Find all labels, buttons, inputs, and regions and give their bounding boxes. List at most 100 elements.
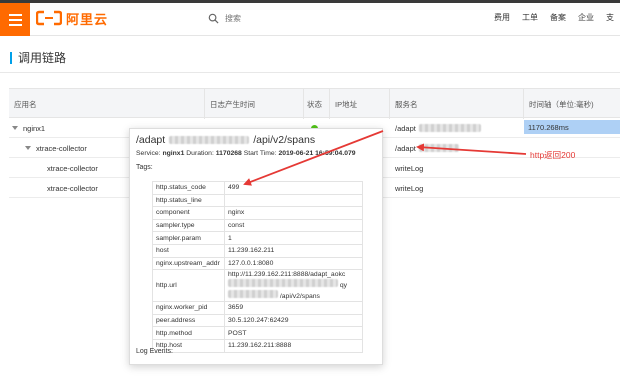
search-icon <box>208 13 219 24</box>
span-title-suffix: /api/v2/spans <box>253 134 316 146</box>
service-name: writeLog <box>395 183 424 193</box>
annotation-label: http返回200 <box>530 150 576 160</box>
tag-row: http.host 11.239.162.211:8888 <box>152 338 363 353</box>
tag-row: http.status_code 499 <box>152 181 363 195</box>
column-header-timeline: 时间轴（单位:毫秒) <box>529 99 594 109</box>
column-header-status: 状态 <box>304 89 330 119</box>
title-accent-bar <box>10 51 12 64</box>
column-header-app: 应用名 <box>9 89 205 119</box>
service-cell: writeLog <box>395 158 423 178</box>
log-events-label: Log Events: <box>136 348 173 355</box>
url-line-1: http://11.239.162.211:8888/adapt_aokc <box>228 271 346 279</box>
service-cell: writeLog <box>395 178 423 198</box>
tag-value: 3659 <box>224 301 363 315</box>
tag-value: 499 <box>224 181 363 195</box>
tag-row: http.method POST <box>152 326 363 340</box>
redacted-text <box>418 124 481 132</box>
nav-item-enterprise[interactable]: 企业 <box>578 12 606 23</box>
tag-key: http.method <box>152 326 225 340</box>
search-input[interactable] <box>225 13 375 23</box>
menu-line <box>8 18 22 21</box>
tag-value-url: http://11.239.162.211:8888/adapt_aokc qy… <box>224 269 363 303</box>
tag-key: sampler.type <box>152 218 225 233</box>
tag-key: component <box>152 206 225 220</box>
collapse-triangle-icon[interactable] <box>25 146 31 150</box>
tag-value: 127.0.0.1:8080 <box>224 256 363 271</box>
span-meta: Service: nginx1 Duration: 1170268 Start … <box>136 150 376 160</box>
tag-row: sampler.type const <box>152 218 363 233</box>
tag-value: 30.5.120.247:62429 <box>224 313 363 328</box>
span-detail-tooltip: /adapt /api/v2/spans Service: nginx1 Dur… <box>129 128 383 365</box>
column-header-service: 服务名 <box>390 89 524 119</box>
tag-key: nginx.upstream_addr <box>152 256 225 271</box>
tag-key: nginx.worker_pid <box>152 301 225 315</box>
tag-row: component nginx <box>152 206 363 220</box>
tag-value: const <box>224 218 363 233</box>
nav-item-icp[interactable]: 备案 <box>550 12 578 23</box>
nav-item-tickets[interactable]: 工单 <box>522 12 550 23</box>
tag-row: http.status_line <box>152 193 363 208</box>
tag-key: http.url <box>152 269 225 303</box>
header-divider <box>0 72 620 73</box>
aliyun-logo-icon <box>36 10 62 26</box>
tag-key: http.status_code <box>152 181 225 195</box>
redacted-text <box>169 136 250 144</box>
nav-item-support[interactable]: 支 <box>606 12 620 23</box>
service-name: /adapt <box>395 123 416 133</box>
app-name: xtrace-collector <box>36 143 87 153</box>
tag-value: POST <box>224 326 363 340</box>
tag-key: http.status_line <box>152 193 225 208</box>
page-header: 调用链路 <box>10 49 66 66</box>
logo-text: 阿里云 <box>66 11 109 27</box>
tag-key: sampler.param <box>152 231 225 245</box>
tag-value: 11.239.162.211 <box>224 243 363 258</box>
app-cell: xtrace-collector <box>47 158 98 178</box>
collapse-triangle-icon[interactable] <box>12 126 18 130</box>
tag-row: host 11.239.162.211 <box>152 243 363 258</box>
hamburger-menu-button[interactable] <box>0 3 30 36</box>
tag-value: 1 <box>224 231 363 245</box>
tag-row: nginx.upstream_addr 127.0.0.1:8080 <box>152 256 363 271</box>
service-name: /adapt <box>395 143 416 153</box>
redacted-text <box>228 290 278 299</box>
service-cell: /adapt <box>395 118 481 138</box>
start-time-value: 2019-06-21 16:59:04.079 <box>278 150 356 157</box>
nav-item-billing[interactable]: 费用 <box>494 12 522 23</box>
menu-line <box>8 13 22 16</box>
column-header-log-time: 日志产生时间 <box>205 89 304 119</box>
app-cell: nginx1 <box>12 118 45 138</box>
tag-key: host <box>152 243 225 258</box>
duration-label: Duration: <box>186 150 214 157</box>
top-nav: 费用 工单 备案 企业 支 <box>494 12 620 23</box>
tag-row: http.url http://11.239.162.211:8888/adap… <box>152 269 363 303</box>
url-line-2: qy <box>339 282 348 290</box>
search-box[interactable] <box>208 10 408 26</box>
redacted-text <box>228 279 338 288</box>
tag-value: nginx <box>224 206 363 220</box>
service-cell: /adapt <box>395 138 459 158</box>
tag-row: peer.address 30.5.120.247:62429 <box>152 313 363 328</box>
url-line-3: /api/v2/spans <box>279 293 320 301</box>
service-label: Service: <box>136 150 161 157</box>
logo[interactable]: 阿里云 <box>36 8 108 28</box>
duration-value: 1170268 <box>215 150 242 157</box>
app-cell: xtrace-collector <box>25 138 87 158</box>
page-title: 调用链路 <box>18 51 67 65</box>
tags-table: http.status_code 499 http.status_line com… <box>152 181 363 353</box>
tag-row: sampler.param 1 <box>152 231 363 245</box>
tag-row: nginx.worker_pid 3659 <box>152 301 363 315</box>
service-value: nginx1 <box>162 150 185 157</box>
app-name: xtrace-collector <box>47 163 98 173</box>
top-strip <box>0 0 620 3</box>
table-header: 应用名 日志产生时间 状态 IP地址 服务名 时间轴（单位:毫秒) <box>9 88 620 119</box>
service-name: writeLog <box>395 163 424 173</box>
tag-value <box>224 193 363 208</box>
app-name: xtrace-collector <box>47 183 98 193</box>
duration-bar[interactable]: 1170.268ms <box>524 120 620 134</box>
app-cell: xtrace-collector <box>47 178 98 198</box>
menu-line <box>8 23 22 26</box>
tags-label: Tags: <box>136 164 153 171</box>
top-bar: 阿里云 费用 工单 备案 企业 支 <box>0 0 620 36</box>
span-title-prefix: /adapt <box>136 134 166 146</box>
span-title: /adapt /api/v2/spans <box>136 133 376 147</box>
